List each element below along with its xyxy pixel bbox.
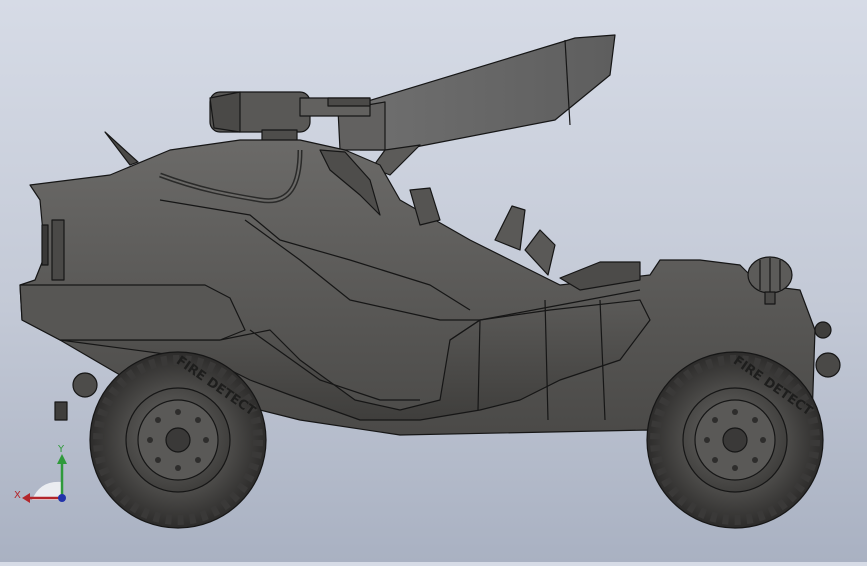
x-axis-label: X xyxy=(14,490,21,501)
3d-viewport[interactable]: FIRE DETECT FIRE DETECT xyxy=(0,0,867,562)
axis-triad: Y X xyxy=(10,440,80,510)
antenna xyxy=(104,131,139,166)
triad-graphics xyxy=(22,454,67,503)
front-wheel[interactable] xyxy=(646,351,824,529)
rear-wheel[interactable] xyxy=(89,351,267,529)
rear-lights xyxy=(51,219,65,281)
tow-hook xyxy=(72,372,98,398)
vehicle-model[interactable]: FIRE DETECT FIRE DETECT xyxy=(19,34,841,529)
y-axis-label: Y xyxy=(57,444,65,455)
launcher-wing[interactable] xyxy=(337,34,616,176)
